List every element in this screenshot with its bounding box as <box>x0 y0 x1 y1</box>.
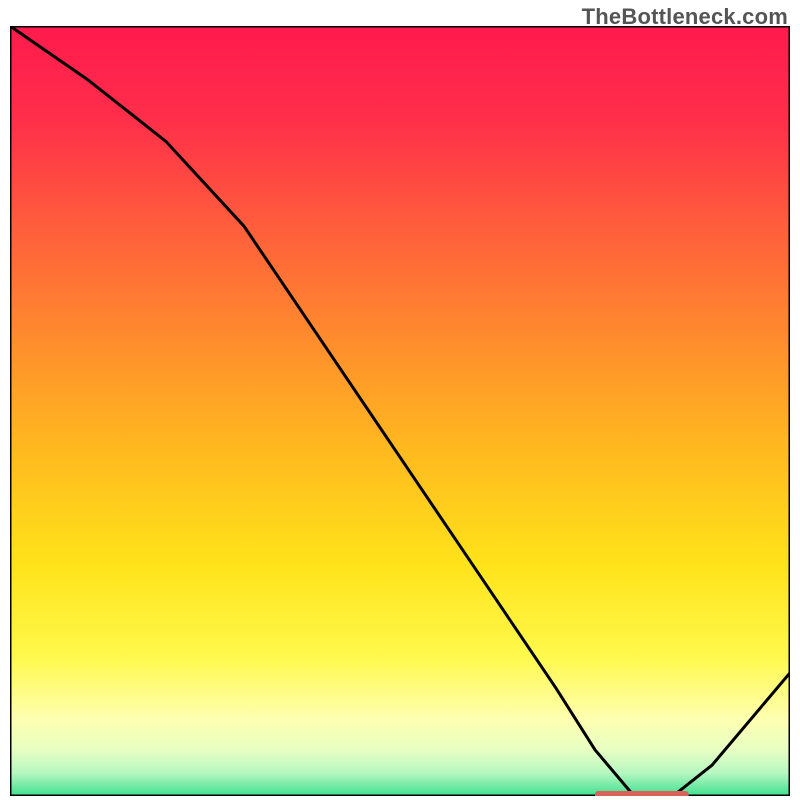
gradient-background <box>10 26 790 796</box>
watermark-text: TheBottleneck.com <box>582 4 788 30</box>
minimum-marker <box>595 791 689 796</box>
chart-container: TheBottleneck.com <box>0 0 800 800</box>
chart-svg <box>10 26 790 796</box>
